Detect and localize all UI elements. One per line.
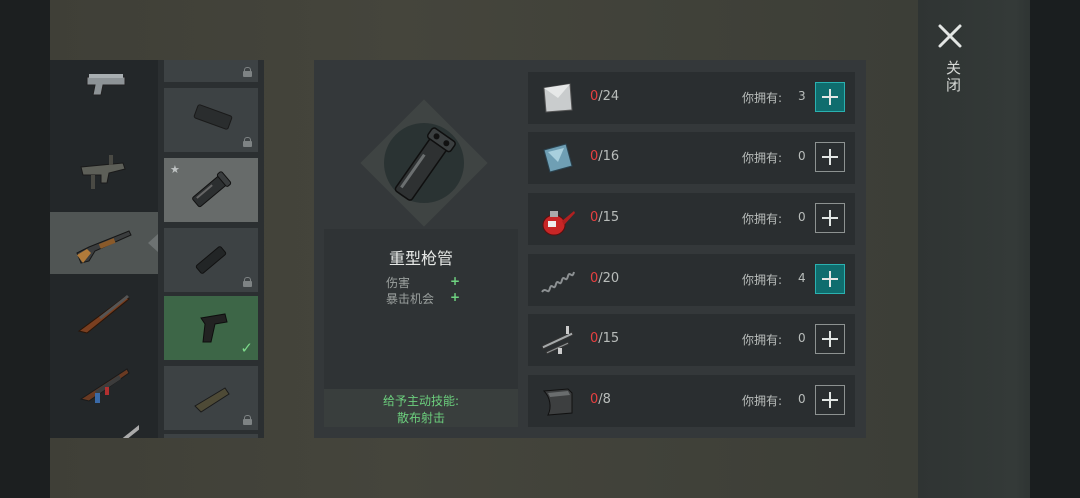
material-count: 0/8	[590, 392, 611, 407]
stock-part-icon	[194, 387, 230, 413]
pistol-icon	[86, 74, 126, 96]
owned-label: 你拥有:	[742, 273, 783, 287]
skill-box: 给予主动技能: 散布射击	[324, 389, 518, 427]
left-edge	[0, 0, 50, 498]
selection-arrow	[148, 234, 158, 252]
add-button[interactable]	[815, 385, 845, 415]
ak-icon	[79, 368, 130, 403]
material-count: 0/15	[590, 210, 620, 225]
part-info: 重型枪管 伤害 + 暴击机会 + 给予主动技能: 散布射击	[324, 229, 518, 427]
owned-label: 你拥有:	[742, 394, 783, 408]
metal-plate-icon	[543, 83, 573, 113]
shotgun-icon	[76, 230, 132, 264]
owned-value: 0	[798, 149, 806, 163]
heavy-barrel-part-icon	[192, 171, 232, 208]
owned-label: 你拥有:	[742, 212, 783, 226]
gun-parts-icon	[541, 326, 574, 355]
weapon-item-sniper[interactable]	[50, 412, 158, 438]
add-button[interactable]	[815, 324, 845, 354]
lock-icon	[243, 415, 252, 425]
owned-label: 你拥有:	[742, 151, 783, 165]
stat-crit-chance: 暴击机会 +	[386, 290, 466, 307]
spring-icon	[541, 271, 575, 293]
add-button[interactable]	[815, 264, 845, 294]
right-edge	[1030, 0, 1080, 498]
owned-value: 4	[798, 271, 806, 285]
material-row: 0/20 你拥有: 4	[528, 254, 855, 306]
add-button[interactable]	[815, 142, 845, 172]
grip-part-icon	[200, 313, 228, 343]
material-count: 0/15	[590, 331, 620, 346]
close-label[interactable]: 关闭	[936, 60, 964, 94]
material-count: 0/20	[590, 271, 620, 286]
owned-value: 0	[798, 210, 806, 224]
part-tile[interactable]	[164, 434, 258, 438]
owned-value: 0	[798, 331, 806, 345]
material-row: 0/16 你拥有: 0	[528, 132, 855, 184]
part-name: 重型枪管	[388, 249, 453, 268]
magazine-part-icon	[193, 104, 233, 130]
lock-icon	[243, 67, 252, 77]
material-row: 0/15 你拥有: 0	[528, 314, 855, 366]
material-row: 0/24 你拥有: 3	[528, 72, 855, 124]
material-count: 0/16	[590, 149, 620, 164]
check-icon: ✓	[240, 339, 253, 357]
part-tile[interactable]	[164, 366, 258, 430]
owned-label: 你拥有:	[742, 333, 783, 347]
weapon-item-uzi[interactable]	[50, 142, 158, 204]
stat-sign: +	[450, 274, 461, 288]
close-button[interactable]	[934, 20, 966, 52]
part-preview	[360, 99, 488, 227]
lock-icon	[243, 137, 252, 147]
lock-icon	[243, 277, 252, 287]
owned-value: 3	[798, 89, 806, 103]
bent-sheet-icon	[542, 388, 573, 416]
hunting-rifle-icon	[77, 295, 130, 334]
glass-plate-icon	[543, 143, 573, 173]
add-button[interactable]	[815, 82, 845, 112]
owned-label: 你拥有:	[742, 91, 783, 105]
weapon-item-pistol[interactable]	[50, 60, 158, 114]
weapon-item-shotgun[interactable]	[50, 212, 158, 274]
sniper-icon	[122, 425, 139, 438]
star-icon: ★	[170, 163, 180, 176]
stat-damage: 伤害 +	[386, 274, 466, 291]
oil-can-icon	[542, 211, 575, 236]
skill-title: 给予主动技能:	[382, 394, 460, 408]
stat-label: 暴击机会	[386, 292, 435, 306]
material-row: 0/15 你拥有: 0	[528, 193, 855, 245]
weapon-item-hunting-rifle[interactable]	[50, 282, 158, 344]
stat-label: 伤害	[386, 276, 411, 290]
add-button[interactable]	[815, 203, 845, 233]
material-count: 0/24	[590, 89, 620, 104]
close-icon	[938, 24, 962, 48]
owned-value: 0	[798, 392, 806, 406]
part-tile[interactable]	[164, 88, 258, 152]
part-tile[interactable]	[164, 60, 258, 82]
part-tile-equipped[interactable]: ✓	[164, 296, 258, 360]
part-tile[interactable]	[164, 228, 258, 292]
skill-name: 散布射击	[396, 411, 445, 425]
weapon-item-ak[interactable]	[50, 352, 158, 414]
weapon-list[interactable]	[50, 60, 158, 438]
uzi-icon	[80, 155, 126, 189]
barrel-part-icon	[195, 246, 227, 274]
material-row: 0/8 你拥有: 0	[528, 375, 855, 427]
part-tile-selected[interactable]: ★	[164, 158, 258, 222]
stat-sign: +	[450, 290, 461, 304]
part-list[interactable]: ★ ✓	[158, 60, 264, 438]
